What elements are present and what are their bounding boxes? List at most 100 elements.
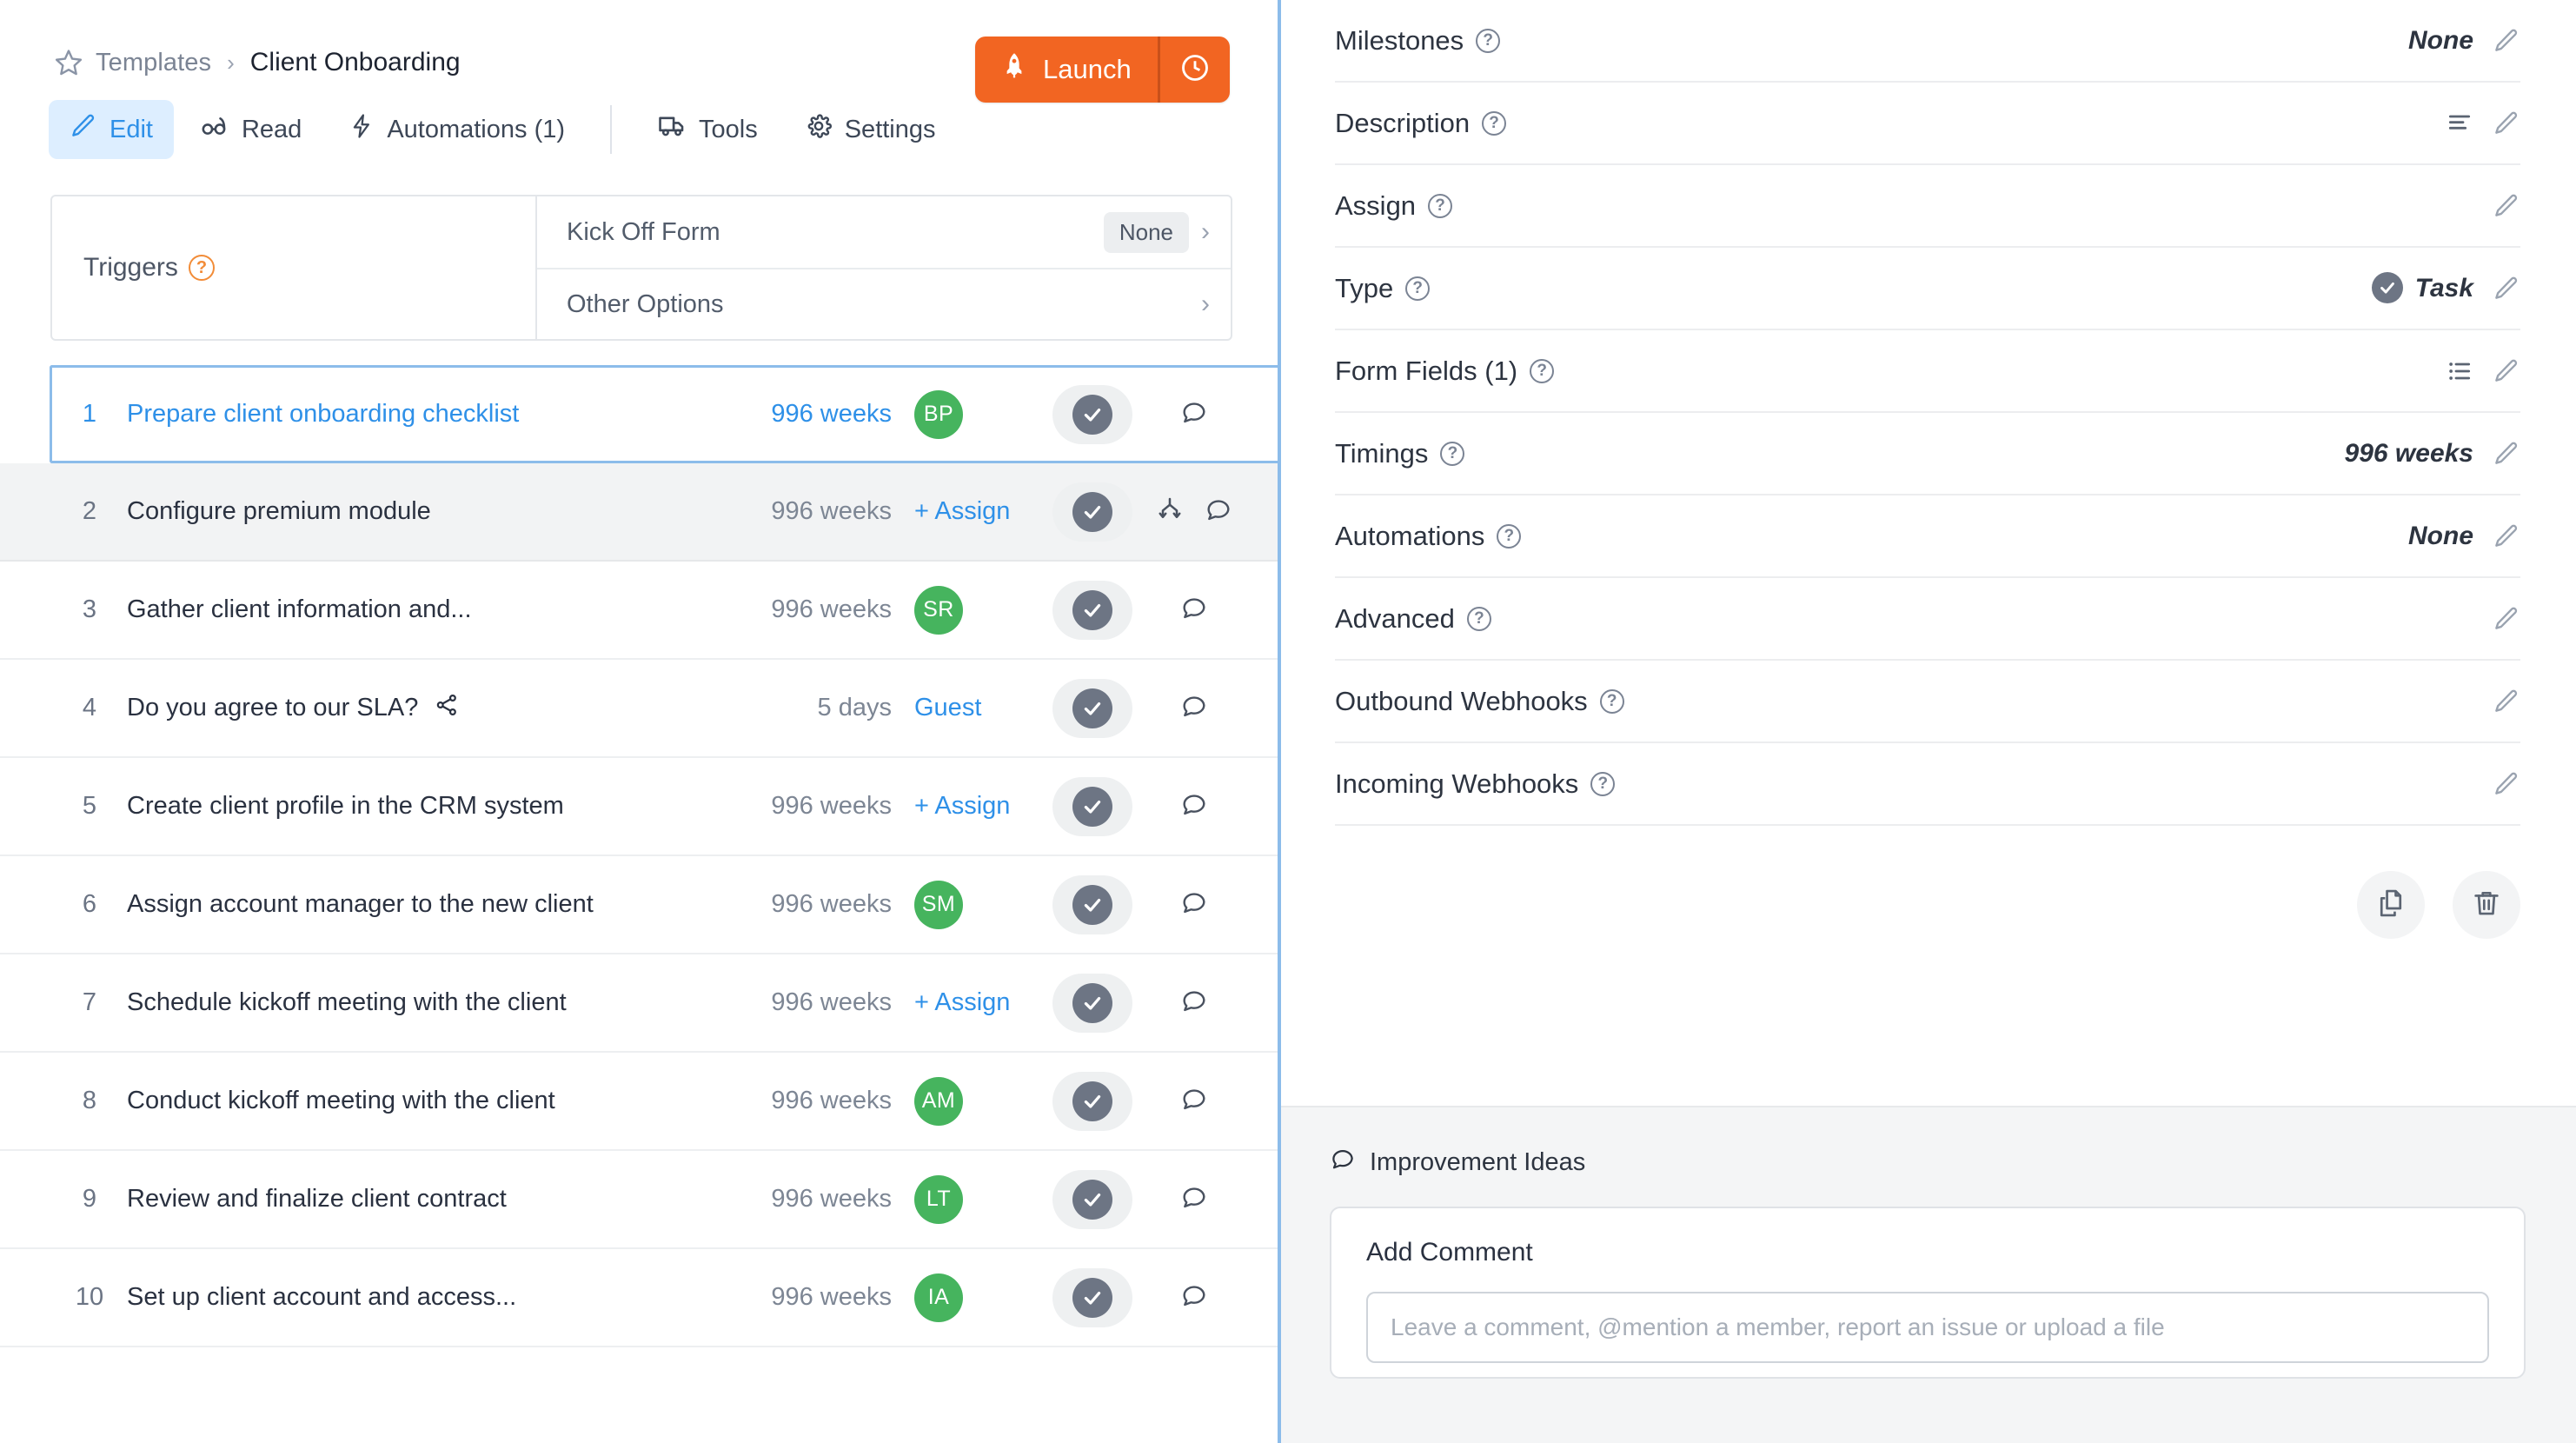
duplicate-button[interactable] — [2357, 871, 2425, 939]
task-duration[interactable]: 5 days — [818, 694, 892, 722]
task-complete-toggle[interactable] — [1045, 1268, 1140, 1327]
avatar[interactable]: LT — [914, 1175, 963, 1224]
question-circle-icon[interactable]: ? — [1428, 194, 1452, 218]
question-circle-icon[interactable]: ? — [1482, 111, 1506, 136]
property-row[interactable]: Milestones?None — [1335, 0, 2520, 83]
task-complete-toggle[interactable] — [1045, 777, 1140, 836]
property-row[interactable]: Assign? — [1335, 165, 2520, 248]
task-duration[interactable]: 996 weeks — [771, 988, 892, 1017]
edit-pencil-icon[interactable] — [2493, 522, 2520, 550]
kick-off-form-row[interactable]: Kick Off Form None › — [537, 196, 1231, 268]
avatar[interactable]: SM — [914, 881, 963, 929]
delete-button[interactable] — [2453, 871, 2520, 939]
task-row[interactable]: 3Gather client information and...996 wee… — [0, 562, 1279, 660]
avatar[interactable]: SR — [914, 586, 963, 635]
question-circle-icon[interactable]: ? — [1600, 689, 1624, 714]
task-title-wrap[interactable]: Create client profile in the CRM system — [127, 792, 564, 821]
comment-icon[interactable] — [1180, 888, 1208, 921]
comment-icon[interactable] — [1180, 398, 1208, 430]
tab-settings[interactable]: Settings — [784, 100, 957, 159]
task-complete-toggle[interactable] — [1045, 482, 1140, 542]
task-title-wrap[interactable]: Conduct kickoff meeting with the client — [127, 1087, 555, 1115]
question-circle-icon[interactable]: ? — [1476, 29, 1500, 53]
property-row[interactable]: Form Fields (1)? — [1335, 330, 2520, 413]
edit-pencil-icon[interactable] — [2493, 275, 2520, 303]
comment-icon[interactable] — [1180, 1281, 1208, 1313]
comment-icon[interactable] — [1205, 495, 1232, 528]
launch-button[interactable]: Launch — [975, 37, 1158, 103]
question-circle-icon[interactable]: ? — [1590, 772, 1615, 796]
task-row[interactable]: 2Configure premium module996 weeks+ Assi… — [0, 463, 1279, 562]
align-left-icon[interactable] — [2446, 110, 2473, 137]
edit-pencil-icon[interactable] — [2493, 110, 2520, 137]
schedule-launch-button[interactable] — [1160, 37, 1230, 103]
comment-icon[interactable] — [1180, 692, 1208, 724]
task-row[interactable]: 9Review and finalize client contract996 … — [0, 1151, 1279, 1249]
question-circle-icon[interactable]: ? — [1530, 359, 1554, 383]
task-complete-toggle[interactable] — [1045, 1170, 1140, 1229]
task-row[interactable]: 5Create client profile in the CRM system… — [0, 758, 1279, 856]
guest-link[interactable]: Guest — [914, 694, 981, 722]
task-title-wrap[interactable]: Do you agree to our SLA? — [127, 692, 460, 725]
edit-pencil-icon[interactable] — [2493, 357, 2520, 385]
question-circle-icon[interactable]: ? — [1467, 607, 1491, 631]
task-title-wrap[interactable]: Set up client account and access... — [127, 1283, 516, 1312]
task-row[interactable]: 4Do you agree to our SLA?5 daysGuest — [0, 660, 1279, 758]
comment-input[interactable] — [1366, 1292, 2489, 1363]
question-circle-icon[interactable]: ? — [1497, 524, 1521, 549]
avatar[interactable]: BP — [914, 390, 963, 439]
task-complete-toggle[interactable] — [1045, 875, 1140, 934]
assign-link[interactable]: + Assign — [914, 988, 1010, 1017]
task-duration[interactable]: 996 weeks — [771, 400, 892, 429]
share-icon[interactable] — [434, 692, 460, 725]
edit-pencil-icon[interactable] — [2493, 27, 2520, 55]
task-duration[interactable]: 996 weeks — [771, 497, 892, 526]
edit-pencil-icon[interactable] — [2493, 192, 2520, 220]
task-complete-toggle[interactable] — [1045, 974, 1140, 1033]
task-row[interactable]: 7Schedule kickoff meeting with the clien… — [0, 954, 1279, 1053]
task-duration[interactable]: 996 weeks — [771, 890, 892, 919]
task-duration[interactable]: 996 weeks — [771, 792, 892, 821]
avatar[interactable]: IA — [914, 1273, 963, 1322]
breadcrumb-parent[interactable]: Templates — [96, 49, 211, 77]
assign-link[interactable]: + Assign — [914, 792, 1010, 821]
property-row[interactable]: Description? — [1335, 83, 2520, 165]
task-title-wrap[interactable]: Configure premium module — [127, 497, 431, 526]
tab-tools[interactable]: Tools — [636, 99, 779, 160]
task-title-wrap[interactable]: Prepare client onboarding checklist — [127, 400, 519, 429]
property-row[interactable]: Incoming Webhooks? — [1335, 743, 2520, 826]
task-complete-toggle[interactable] — [1045, 679, 1140, 738]
task-title-wrap[interactable]: Assign account manager to the new client — [127, 890, 594, 919]
avatar[interactable]: AM — [914, 1077, 963, 1126]
task-title-wrap[interactable]: Review and finalize client contract — [127, 1185, 507, 1214]
property-row[interactable]: Type?Task — [1335, 248, 2520, 330]
task-row[interactable]: 1Prepare client onboarding checklist996 … — [50, 365, 1279, 463]
star-icon[interactable] — [54, 48, 83, 77]
edit-pencil-icon[interactable] — [2493, 688, 2520, 715]
comment-icon[interactable] — [1180, 1183, 1208, 1215]
task-title-wrap[interactable]: Schedule kickoff meeting with the client — [127, 988, 567, 1017]
task-row[interactable]: 6Assign account manager to the new clien… — [0, 856, 1279, 954]
task-duration[interactable]: 996 weeks — [771, 595, 892, 624]
task-duration[interactable]: 996 weeks — [771, 1087, 892, 1115]
property-row[interactable]: Outbound Webhooks? — [1335, 661, 2520, 743]
task-duration[interactable]: 996 weeks — [771, 1283, 892, 1312]
comment-icon[interactable] — [1180, 790, 1208, 822]
comment-icon[interactable] — [1180, 594, 1208, 626]
property-row[interactable]: Advanced? — [1335, 578, 2520, 661]
task-complete-toggle[interactable] — [1045, 581, 1140, 640]
property-row[interactable]: Timings?996 weeks — [1335, 413, 2520, 495]
task-row[interactable]: 8Conduct kickoff meeting with the client… — [0, 1053, 1279, 1151]
launch-button-group[interactable]: Launch — [975, 37, 1230, 103]
task-complete-toggle[interactable] — [1045, 385, 1140, 444]
edit-pencil-icon[interactable] — [2493, 770, 2520, 798]
tab-edit[interactable]: Edit — [49, 100, 174, 159]
property-row[interactable]: Automations?None — [1335, 495, 2520, 578]
task-duration[interactable]: 996 weeks — [771, 1185, 892, 1214]
branch-icon[interactable] — [1156, 495, 1184, 528]
tab-read[interactable]: Read — [179, 99, 322, 160]
bullet-list-icon[interactable] — [2446, 357, 2473, 385]
edit-pencil-icon[interactable] — [2493, 440, 2520, 468]
question-circle-icon[interactable]: ? — [1440, 442, 1464, 466]
task-complete-toggle[interactable] — [1045, 1072, 1140, 1131]
